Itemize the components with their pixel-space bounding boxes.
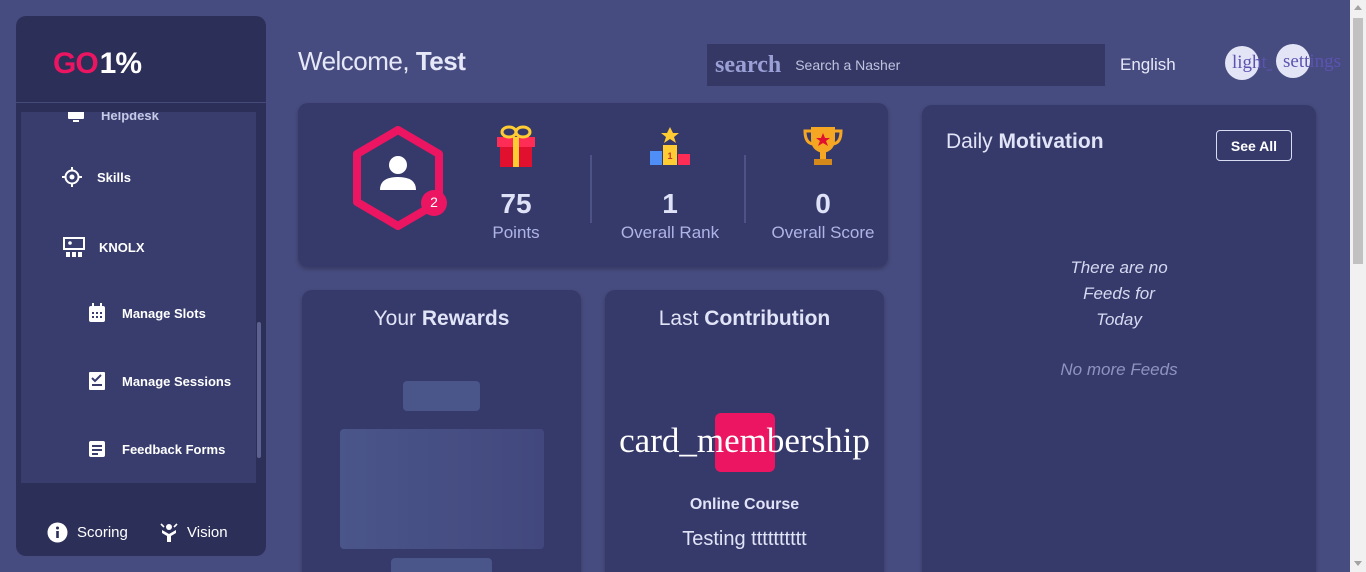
empty-feeds-message: There are no Feeds for Today: [922, 255, 1316, 333]
motivation-title-light: Daily: [946, 130, 993, 153]
gift-icon: [497, 125, 535, 167]
stat-divider: [744, 155, 746, 223]
trophy-icon: [803, 127, 843, 165]
form-icon: [86, 438, 108, 460]
rewards-card: Your Rewards: [302, 290, 581, 572]
sidebar-item-label: Manage Slots: [122, 305, 206, 321]
motivation-card: Daily Motivation See All There are no Fe…: [922, 105, 1316, 572]
points-value: 75: [500, 188, 532, 219]
scroll-up-arrow-icon[interactable]: [1354, 5, 1362, 10]
stat-points: 75 Points: [451, 123, 581, 243]
welcome-name: Test: [415, 46, 466, 76]
points-label: Points: [492, 223, 540, 242]
contribution-name: Testing tttttttttt: [682, 528, 807, 550]
sidebar-item-skills[interactable]: Skills: [61, 166, 131, 188]
search-bar: search: [707, 44, 1105, 86]
empty-line-1: There are no: [1070, 258, 1168, 277]
contribution-title-light: Last: [658, 307, 699, 330]
no-more-feeds: No more Feeds: [1060, 360, 1178, 379]
contribution-type: Online Course: [689, 496, 800, 513]
reward-skeleton-title: [403, 381, 480, 411]
rewards-title: Your Rewards: [302, 307, 581, 331]
motivation-title: Daily Motivation: [946, 130, 1104, 154]
search-icon[interactable]: search: [715, 52, 781, 79]
info-icon: [47, 522, 68, 543]
avatar[interactable]: 2: [346, 123, 456, 233]
sidebar-scrollbar[interactable]: [257, 322, 261, 458]
score-label: Overall Score: [771, 223, 875, 242]
score-value: 0: [815, 188, 831, 219]
hexagon-avatar-icon: [353, 126, 447, 230]
contribution-card: Last Contribution card_membership Online…: [605, 290, 884, 572]
vision-icon: [160, 523, 178, 542]
sidebar-bottom: Scoring Vision: [16, 516, 266, 556]
skills-icon: [61, 166, 83, 188]
page-scrollbar-thumb[interactable]: [1353, 18, 1363, 264]
settings-icon: settings: [1283, 51, 1342, 72]
checklist-icon: [86, 370, 108, 392]
search-input[interactable]: [795, 57, 1105, 73]
stats-card: 2 75 Points 1 1 Overall Rank 0 Overall S…: [298, 103, 888, 267]
sidebar: GO1% Helpdesk Skills KNOLX Manage Slots: [16, 16, 266, 556]
rank-label: Overall Rank: [620, 223, 720, 242]
scroll-down-arrow-icon[interactable]: [1354, 561, 1362, 566]
reward-skeleton-text: [391, 558, 492, 572]
svg-text:1: 1: [667, 151, 672, 161]
rewards-title-light: Your: [373, 307, 417, 330]
scoring-label: Scoring: [77, 524, 128, 541]
sidebar-item-helpdesk[interactable]: Helpdesk: [65, 112, 159, 126]
sidebar-item-manage-sessions[interactable]: Manage Sessions: [86, 370, 231, 392]
empty-line-2: Feeds for: [1083, 284, 1155, 303]
monitor-icon: [65, 112, 87, 126]
logo-percent: 1%: [99, 47, 142, 80]
sidebar-item-label: Manage Sessions: [122, 373, 232, 389]
contribution-title-bold: Contribution: [704, 307, 831, 330]
podium-icon: 1: [650, 127, 690, 165]
presentation-icon: [63, 236, 85, 258]
sidebar-item-label: KNOLX: [99, 239, 145, 255]
sidebar-menu: Helpdesk Skills KNOLX Manage Slots Manag…: [21, 112, 256, 483]
stat-overall-rank: 1 1 Overall Rank: [605, 123, 735, 243]
vision-label: Vision: [187, 524, 228, 541]
welcome-prefix: Welcome,: [298, 46, 410, 76]
sidebar-item-feedback-forms[interactable]: Feedback Forms: [86, 438, 225, 460]
sidebar-item-manage-slots[interactable]: Manage Slots: [86, 302, 206, 324]
sidebar-item-label: Skills: [97, 169, 131, 185]
sidebar-item-label: Feedback Forms: [122, 441, 226, 457]
logo-divider: [16, 102, 266, 103]
sidebar-item-label: Helpdesk: [101, 112, 159, 123]
stat-overall-score: 0 Overall Score: [758, 123, 888, 243]
see-all-button[interactable]: See All: [1216, 130, 1292, 161]
logo-go: GO: [53, 47, 99, 80]
language-selector[interactable]: English: [1120, 55, 1176, 75]
light-mode-icon: light_mode: [1232, 52, 1272, 73]
stat-divider: [590, 155, 592, 223]
reward-skeleton-image: [340, 429, 544, 549]
rewards-title-bold: Rewards: [421, 307, 510, 330]
contribution-title: Last Contribution: [605, 307, 884, 331]
scoring-link[interactable]: Scoring: [47, 522, 128, 543]
vision-link[interactable]: Vision: [160, 522, 228, 543]
level-badge: 2: [430, 194, 438, 210]
calendar-icon: [86, 302, 108, 324]
card-membership-icon: card_membership: [619, 421, 870, 460]
motivation-title-bold: Motivation: [998, 130, 1104, 153]
empty-line-3: Today: [1096, 310, 1142, 329]
rank-value: 1: [662, 188, 678, 219]
logo[interactable]: GO1%: [53, 47, 142, 81]
welcome-heading: Welcome, Test: [298, 46, 466, 77]
sidebar-item-knolx[interactable]: KNOLX: [63, 236, 145, 258]
